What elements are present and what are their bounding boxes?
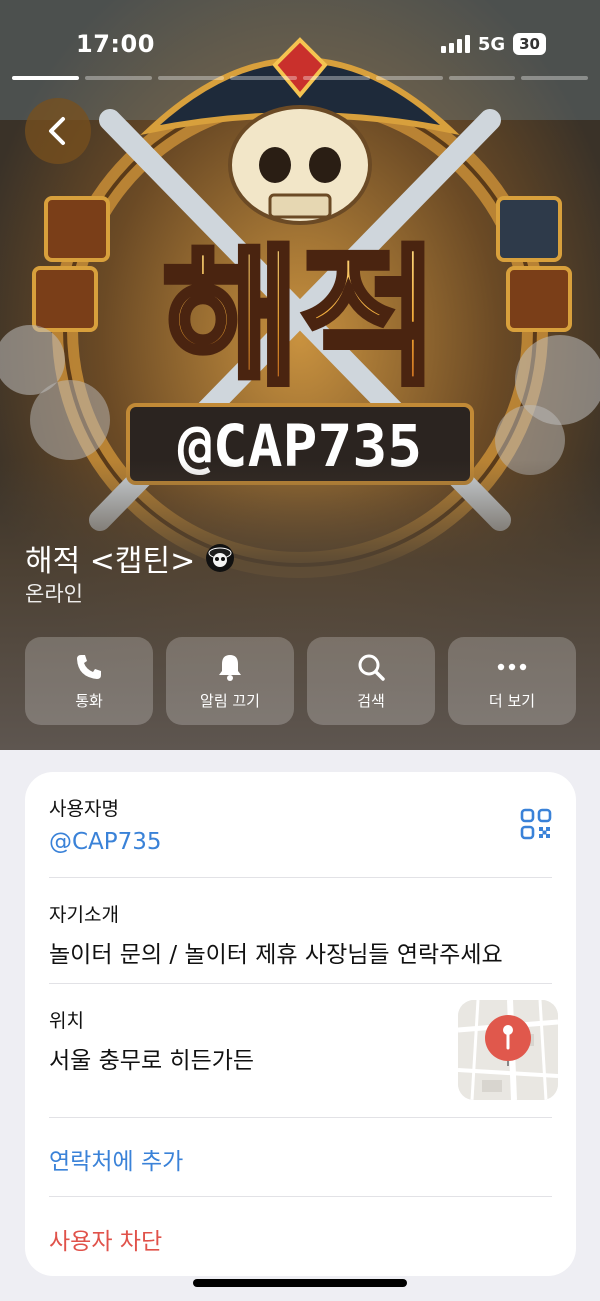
chevron-left-icon bbox=[49, 117, 65, 145]
divider bbox=[49, 1117, 552, 1118]
bio-label: 자기소개 bbox=[49, 904, 119, 926]
profile-header: 해적 @CAP735 17:00 5G 30 해적 <캡틴> 온라인 통화 알림… bbox=[0, 0, 600, 750]
qr-code-icon[interactable] bbox=[520, 808, 552, 840]
battery-icon: 30 bbox=[513, 33, 546, 55]
profile-info-card: 사용자명 @CAP735 자기소개 놀이터 문의 / 놀이터 제휴 사장님들 연… bbox=[25, 772, 576, 1276]
divider bbox=[49, 877, 552, 878]
location-row[interactable]: 위치 서울 충무로 히든가든 bbox=[49, 1006, 436, 1075]
story-segment bbox=[303, 76, 370, 80]
skull-emoji-icon bbox=[206, 544, 235, 572]
network-type: 5G bbox=[477, 33, 506, 55]
map-pin-icon bbox=[485, 1015, 531, 1066]
username-value[interactable]: @CAP735 bbox=[49, 829, 552, 855]
profile-name: 해적 <캡틴> bbox=[25, 544, 196, 579]
signal-icon bbox=[440, 35, 470, 53]
story-segment bbox=[12, 76, 79, 80]
action-bar: 통화 알림 끄기 검색 더 보기 bbox=[25, 637, 576, 725]
home-indicator[interactable] bbox=[193, 1279, 407, 1287]
story-segment bbox=[375, 76, 443, 80]
story-segment bbox=[521, 76, 588, 80]
search-icon bbox=[358, 654, 385, 681]
search-button[interactable]: 검색 bbox=[307, 637, 435, 725]
username-row[interactable]: 사용자명 @CAP735 bbox=[49, 794, 552, 855]
online-status: 온라인 bbox=[25, 582, 83, 606]
bio-row: 자기소개 놀이터 문의 / 놀이터 제휴 사장님들 연락주세요 bbox=[49, 900, 552, 969]
more-icon bbox=[497, 663, 527, 670]
status-indicators: 5G 30 bbox=[440, 33, 546, 55]
story-segment bbox=[84, 76, 152, 80]
story-segment bbox=[448, 76, 516, 80]
mute-label: 알림 끄기 bbox=[200, 691, 260, 710]
story-segment bbox=[157, 76, 225, 80]
block-user-button[interactable]: 사용자 차단 bbox=[49, 1222, 162, 1256]
location-label: 위치 bbox=[49, 1010, 84, 1032]
bio-value: 놀이터 문의 / 놀이터 제휴 사장님들 연락주세요 bbox=[49, 942, 503, 968]
call-button[interactable]: 통화 bbox=[25, 637, 153, 725]
location-map-thumbnail[interactable] bbox=[458, 1000, 558, 1100]
status-time: 17:00 bbox=[76, 30, 155, 58]
call-label: 통화 bbox=[75, 691, 103, 710]
location-value: 서울 충무로 히든가든 bbox=[49, 1048, 255, 1074]
bell-icon bbox=[219, 654, 241, 681]
phone-icon bbox=[77, 654, 101, 679]
add-contact-button[interactable]: 연락처에 추가 bbox=[49, 1142, 183, 1176]
search-label: 검색 bbox=[357, 691, 385, 710]
banner-title: 해적 bbox=[162, 232, 438, 406]
story-progress bbox=[12, 76, 588, 80]
profile-name-row: 해적 <캡틴> bbox=[25, 536, 235, 580]
back-button[interactable] bbox=[25, 98, 91, 164]
story-segment bbox=[230, 76, 297, 80]
username-label: 사용자명 bbox=[49, 798, 119, 820]
divider bbox=[49, 1196, 552, 1197]
more-label: 더 보기 bbox=[488, 691, 536, 710]
more-button[interactable]: 더 보기 bbox=[448, 637, 576, 725]
divider bbox=[49, 983, 552, 984]
mute-button[interactable]: 알림 끄기 bbox=[166, 637, 294, 725]
